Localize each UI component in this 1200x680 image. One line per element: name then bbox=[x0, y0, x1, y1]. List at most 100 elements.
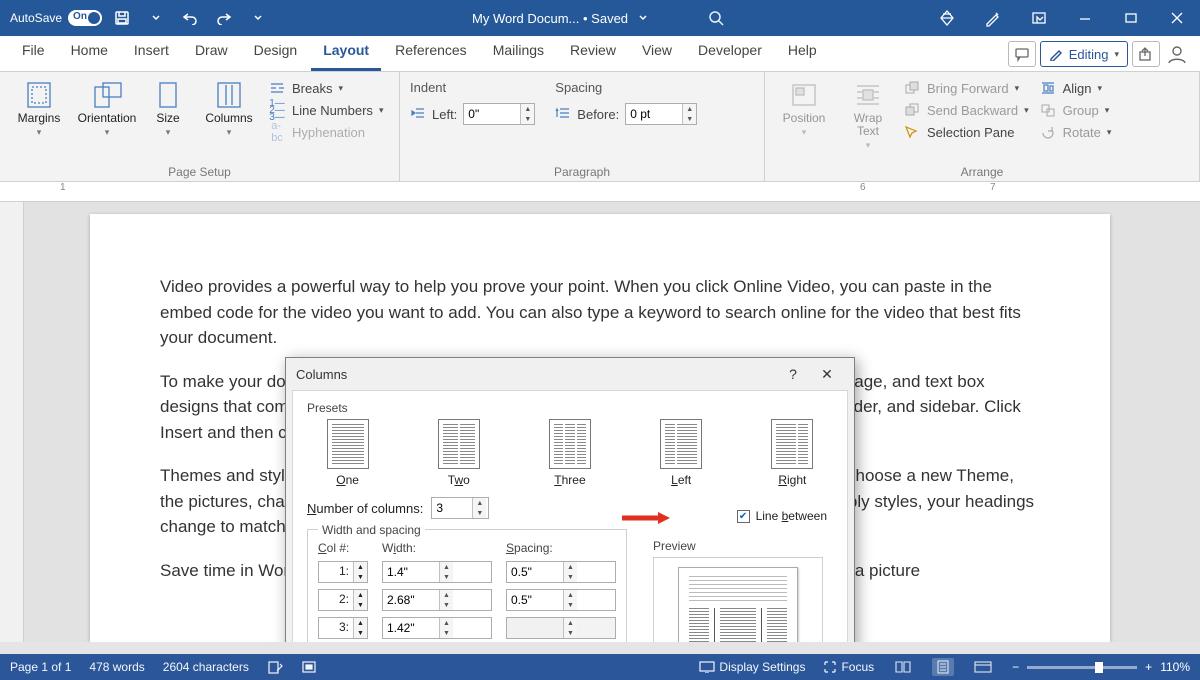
send-backward-button[interactable]: Send Backward ▾ bbox=[903, 102, 1029, 118]
preset-two[interactable]: Two bbox=[438, 419, 480, 487]
track-changes-icon[interactable] bbox=[267, 660, 283, 674]
num-columns-label: Number of columns: bbox=[307, 501, 423, 516]
ribbon-display-icon[interactable] bbox=[1016, 0, 1062, 36]
macro-icon[interactable] bbox=[301, 660, 317, 674]
preset-three[interactable]: Three bbox=[549, 419, 591, 487]
comments-button[interactable] bbox=[1008, 41, 1036, 67]
qat-dropdown-icon[interactable] bbox=[142, 4, 170, 32]
redo-icon[interactable] bbox=[210, 4, 238, 32]
align-button[interactable]: Align ▾ bbox=[1039, 80, 1112, 96]
col-3-num: 3:▲▼ bbox=[318, 617, 368, 639]
paragraph-group-label: Paragraph bbox=[410, 163, 754, 179]
bring-forward-button[interactable]: Bring Forward ▾ bbox=[903, 80, 1029, 96]
close-icon[interactable] bbox=[1154, 0, 1200, 36]
dialog-close-icon[interactable]: ✕ bbox=[810, 360, 844, 388]
save-icon[interactable] bbox=[108, 4, 136, 32]
account-icon[interactable] bbox=[1164, 41, 1190, 67]
col-2-spacing[interactable]: ▲▼ bbox=[506, 589, 616, 611]
tab-mailings[interactable]: Mailings bbox=[481, 34, 556, 71]
col-1-width[interactable]: ▲▼ bbox=[382, 561, 492, 583]
width-header: Width: bbox=[382, 541, 492, 555]
orientation-button[interactable]: Orientation▾ bbox=[78, 78, 136, 138]
tab-layout[interactable]: Layout bbox=[311, 34, 381, 71]
col-3-width[interactable]: ▲▼ bbox=[382, 617, 492, 639]
draw-icon[interactable] bbox=[970, 0, 1016, 36]
web-layout-icon[interactable] bbox=[972, 658, 994, 676]
char-count[interactable]: 2604 characters bbox=[163, 660, 249, 674]
margins-button[interactable]: Margins▾ bbox=[10, 78, 68, 138]
zoom-out-icon[interactable]: − bbox=[1012, 660, 1019, 674]
hyphenation-button[interactable]: a-bcHyphenation bbox=[268, 124, 383, 140]
col-1-num: 1:▲▼ bbox=[318, 561, 368, 583]
tab-review[interactable]: Review bbox=[558, 34, 628, 71]
display-settings-button[interactable]: Display Settings bbox=[699, 660, 805, 674]
spacing-before-icon bbox=[555, 106, 571, 123]
focus-button[interactable]: Focus bbox=[823, 660, 874, 674]
print-layout-icon[interactable] bbox=[932, 658, 954, 676]
position-button[interactable]: Position▾ bbox=[775, 78, 833, 138]
zoom-level[interactable]: 110% bbox=[1160, 660, 1190, 674]
read-mode-icon[interactable] bbox=[892, 658, 914, 676]
arrange-group-label: Arrange bbox=[775, 163, 1189, 179]
document-title: My Word Docum... • Saved bbox=[472, 11, 628, 26]
preset-right[interactable]: Right bbox=[771, 419, 813, 487]
indent-left-row: Left: ▲▼ bbox=[410, 103, 535, 125]
rotate-button[interactable]: Rotate ▾ bbox=[1039, 124, 1112, 140]
autosave-toggle[interactable]: AutoSave On bbox=[10, 10, 102, 26]
num-columns-input[interactable]: ▲▼ bbox=[431, 497, 489, 519]
minimize-icon[interactable] bbox=[1062, 0, 1108, 36]
selection-pane-button[interactable]: Selection Pane bbox=[903, 124, 1029, 140]
tab-references[interactable]: References bbox=[383, 34, 479, 71]
annotation-arrow-icon bbox=[620, 510, 672, 529]
share-button[interactable] bbox=[1132, 41, 1160, 67]
vertical-ruler[interactable] bbox=[0, 202, 24, 642]
presets-label: Presets bbox=[307, 401, 833, 415]
size-button[interactable]: Size▾ bbox=[146, 78, 190, 138]
tab-draw[interactable]: Draw bbox=[183, 34, 240, 71]
col-1-spacing[interactable]: ▲▼ bbox=[506, 561, 616, 583]
tab-help[interactable]: Help bbox=[776, 34, 829, 71]
document-area: Video provides a powerful way to help yo… bbox=[0, 202, 1200, 642]
group-button[interactable]: Group ▾ bbox=[1039, 102, 1112, 118]
tab-developer[interactable]: Developer bbox=[686, 34, 774, 71]
tab-view[interactable]: View bbox=[630, 34, 684, 71]
wrap-text-button[interactable]: Wrap Text▾ bbox=[843, 78, 893, 151]
width-spacing-legend: Width and spacing bbox=[318, 523, 425, 537]
tab-design[interactable]: Design bbox=[242, 34, 310, 71]
preset-one[interactable]: One bbox=[327, 419, 369, 487]
status-bar: Page 1 of 1 478 words 2604 characters Di… bbox=[0, 654, 1200, 680]
line-numbers-button[interactable]: 1—2—3—Line Numbers ▾ bbox=[268, 102, 383, 118]
editing-mode-button[interactable]: Editing ▾ bbox=[1040, 41, 1128, 67]
indent-label: Indent bbox=[410, 80, 535, 95]
zoom-slider[interactable]: − + 110% bbox=[1012, 660, 1190, 674]
search-icon[interactable] bbox=[708, 10, 724, 26]
horizontal-ruler[interactable]: 1 6 7 bbox=[0, 182, 1200, 202]
undo-icon[interactable] bbox=[176, 4, 204, 32]
dialog-help-icon[interactable]: ? bbox=[776, 360, 810, 388]
word-count[interactable]: 478 words bbox=[89, 660, 144, 674]
indent-left-icon bbox=[410, 106, 426, 123]
paragraph[interactable]: Video provides a powerful way to help yo… bbox=[160, 274, 1040, 351]
qat-dropdown-2-icon[interactable] bbox=[244, 4, 272, 32]
columns-button[interactable]: Columns▾ bbox=[200, 78, 258, 138]
preset-left[interactable]: Left bbox=[660, 419, 702, 487]
dialog-title: Columns bbox=[296, 367, 347, 382]
col-2-width[interactable]: ▲▼ bbox=[382, 589, 492, 611]
autosave-label: AutoSave bbox=[10, 11, 62, 25]
preview-label: Preview bbox=[653, 539, 833, 553]
tab-home[interactable]: Home bbox=[59, 34, 120, 71]
zoom-in-icon[interactable]: + bbox=[1145, 660, 1152, 674]
spacing-before-row: Before: ▲▼ bbox=[555, 103, 697, 125]
tab-file[interactable]: File bbox=[10, 34, 57, 71]
maximize-icon[interactable] bbox=[1108, 0, 1154, 36]
tab-insert[interactable]: Insert bbox=[122, 34, 181, 71]
line-between-checkbox[interactable]: ✔ Line between bbox=[737, 509, 827, 523]
page-count[interactable]: Page 1 of 1 bbox=[10, 660, 71, 674]
spacing-before-input[interactable]: ▲▼ bbox=[625, 103, 697, 125]
breaks-button[interactable]: Breaks ▾ bbox=[268, 80, 383, 96]
col-3-spacing[interactable]: ▲▼ bbox=[506, 617, 616, 639]
title-bar: AutoSave On My Word Docum... • Saved bbox=[0, 0, 1200, 36]
indent-left-input[interactable]: ▲▼ bbox=[463, 103, 535, 125]
pencil-icon bbox=[1049, 47, 1063, 61]
diamond-icon[interactable] bbox=[924, 0, 970, 36]
